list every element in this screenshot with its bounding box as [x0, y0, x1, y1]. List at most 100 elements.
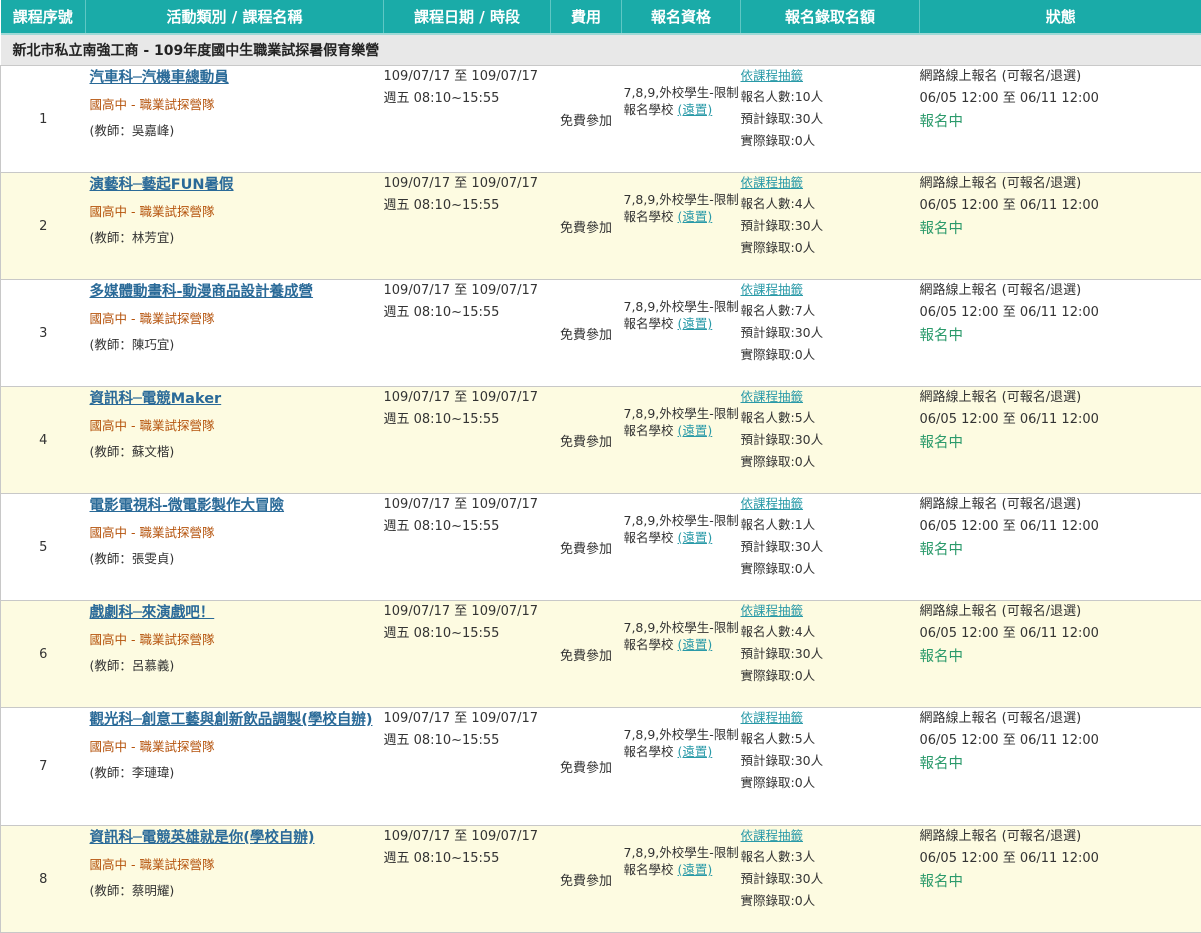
course-status-cell: 網路線上報名 (可報名/退選) 06/05 12:00 至 06/11 12:0… — [920, 387, 1201, 494]
course-fee: 免費參加 — [551, 173, 622, 280]
course-teacher: (教師：陳巧宜) — [90, 334, 384, 356]
course-fee: 免費參加 — [551, 66, 622, 173]
course-date-range: 109/07/17 至 109/07/17 — [384, 601, 551, 623]
course-date-range: 109/07/17 至 109/07/17 — [384, 826, 551, 848]
applicant-count: 報名人數:10人 — [741, 86, 920, 108]
registration-mode: 網路線上報名 (可報名/退選) — [920, 173, 1201, 195]
registration-period: 06/05 12:00 至 06/11 12:00 — [920, 730, 1201, 752]
course-teacher: (教師：呂慕義) — [90, 655, 384, 677]
actual-admission: 實際錄取:0人 — [741, 665, 920, 687]
table-row: 8 資訊科─電競英雄就是你(學校自辦) 國高中 - 職業試探營隊 (教師：蔡明耀… — [1, 826, 1201, 933]
applicant-count: 報名人數:7人 — [741, 300, 920, 322]
quota-method-link[interactable]: 依課程抽籤 — [741, 708, 920, 728]
course-quota-cell: 依課程抽籤 報名人數:1人 預計錄取:30人 實際錄取:0人 — [741, 494, 920, 601]
quota-method-link[interactable]: 依課程抽籤 — [741, 494, 920, 514]
qualification-link[interactable]: (遠置) — [678, 102, 713, 117]
table-row: 1 汽車科─汽機車總動員 國高中 - 職業試探營隊 (教師：吳嘉峰) 109/0… — [1, 66, 1201, 173]
expected-admission: 預計錄取:30人 — [741, 536, 920, 558]
course-quota-cell: 依課程抽籤 報名人數:5人 預計錄取:30人 實際錄取:0人 — [741, 708, 920, 826]
status-badge: 報名中 — [920, 752, 1201, 776]
course-name-link[interactable]: 電影電視科-微電影製作大冒險 — [90, 495, 380, 517]
qualification-link[interactable]: (遠置) — [678, 423, 713, 438]
actual-admission: 實際錄取:0人 — [741, 890, 920, 912]
course-fee: 免費參加 — [551, 601, 622, 708]
actual-admission: 實際錄取:0人 — [741, 772, 920, 794]
course-date-cell: 109/07/17 至 109/07/17 週五 08:10~15:55 — [384, 601, 551, 708]
quota-method-link[interactable]: 依課程抽籤 — [741, 173, 920, 193]
course-fee: 免費參加 — [551, 280, 622, 387]
course-status-cell: 網路線上報名 (可報名/退選) 06/05 12:00 至 06/11 12:0… — [920, 280, 1201, 387]
qualification-link[interactable]: (遠置) — [678, 637, 713, 652]
expected-admission: 預計錄取:30人 — [741, 868, 920, 890]
qualification-link[interactable]: (遠置) — [678, 862, 713, 877]
course-date-range: 109/07/17 至 109/07/17 — [384, 387, 551, 409]
course-name-cell: 資訊科─電競Maker 國高中 - 職業試探營隊 (教師：蘇文楷) — [86, 387, 384, 494]
course-date-cell: 109/07/17 至 109/07/17 週五 08:10~15:55 — [384, 708, 551, 826]
registration-period: 06/05 12:00 至 06/11 12:00 — [920, 409, 1201, 431]
course-status-cell: 網路線上報名 (可報名/退選) 06/05 12:00 至 06/11 12:0… — [920, 66, 1201, 173]
course-qualification-cell: 7,8,9,外校學生-限制報名學校 (遠置) — [622, 387, 741, 494]
course-name-link[interactable]: 多媒體動畫科-動漫商品設計養成營 — [90, 281, 380, 303]
course-name-cell: 汽車科─汽機車總動員 國高中 - 職業試探營隊 (教師：吳嘉峰) — [86, 66, 384, 173]
registration-period: 06/05 12:00 至 06/11 12:00 — [920, 516, 1201, 538]
school-title: 新北市私立南強工商 - 109年度國中生職業試探暑假育樂營 — [1, 34, 1201, 66]
status-badge: 報名中 — [920, 110, 1201, 134]
header-fee: 費用 — [551, 0, 622, 34]
course-date-cell: 109/07/17 至 109/07/17 週五 08:10~15:55 — [384, 280, 551, 387]
course-seq: 3 — [1, 280, 86, 387]
qualification-link[interactable]: (遠置) — [678, 744, 713, 759]
course-date-cell: 109/07/17 至 109/07/17 週五 08:10~15:55 — [384, 173, 551, 280]
qualification-link[interactable]: (遠置) — [678, 209, 713, 224]
quota-method-link[interactable]: 依課程抽籤 — [741, 66, 920, 86]
expected-admission: 預計錄取:30人 — [741, 322, 920, 344]
course-qualification-cell: 7,8,9,外校學生-限制報名學校 (遠置) — [622, 708, 741, 826]
course-fee: 免費參加 — [551, 826, 622, 933]
course-name-cell: 資訊科─電競英雄就是你(學校自辦) 國高中 - 職業試探營隊 (教師：蔡明耀) — [86, 826, 384, 933]
quota-method-link[interactable]: 依課程抽籤 — [741, 826, 920, 846]
quota-method-link[interactable]: 依課程抽籤 — [741, 601, 920, 621]
quota-method-link[interactable]: 依課程抽籤 — [741, 280, 920, 300]
actual-admission: 實際錄取:0人 — [741, 344, 920, 366]
course-name-link[interactable]: 汽車科─汽機車總動員 — [90, 67, 380, 89]
course-date-cell: 109/07/17 至 109/07/17 週五 08:10~15:55 — [384, 387, 551, 494]
table-row: 4 資訊科─電競Maker 國高中 - 職業試探營隊 (教師：蘇文楷) 109/… — [1, 387, 1201, 494]
course-time: 週五 08:10~15:55 — [384, 195, 551, 217]
course-category: 國高中 - 職業試探營隊 — [90, 736, 384, 758]
course-status-cell: 網路線上報名 (可報名/退選) 06/05 12:00 至 06/11 12:0… — [920, 708, 1201, 826]
course-quota-cell: 依課程抽籤 報名人數:4人 預計錄取:30人 實際錄取:0人 — [741, 173, 920, 280]
course-category: 國高中 - 職業試探營隊 — [90, 629, 384, 651]
course-name-link[interactable]: 演藝科─藝起FUN暑假 — [90, 174, 380, 196]
course-table: 課程序號 活動類別 / 課程名稱 課程日期 / 時段 費用 報名資格 報名錄取名… — [0, 0, 1201, 933]
actual-admission: 實際錄取:0人 — [741, 558, 920, 580]
expected-admission: 預計錄取:30人 — [741, 215, 920, 237]
course-quota-cell: 依課程抽籤 報名人數:7人 預計錄取:30人 實際錄取:0人 — [741, 280, 920, 387]
header-date: 課程日期 / 時段 — [384, 0, 551, 34]
course-category: 國高中 - 職業試探營隊 — [90, 308, 384, 330]
qualification-link[interactable]: (遠置) — [678, 530, 713, 545]
expected-admission: 預計錄取:30人 — [741, 750, 920, 772]
course-name-link[interactable]: 戲劇科─來演戲吧！ — [90, 602, 380, 624]
table-row: 6 戲劇科─來演戲吧！ 國高中 - 職業試探營隊 (教師：呂慕義) 109/07… — [1, 601, 1201, 708]
registration-mode: 網路線上報名 (可報名/退選) — [920, 66, 1201, 88]
header-course-name: 活動類別 / 課程名稱 — [86, 0, 384, 34]
qualification-link[interactable]: (遠置) — [678, 316, 713, 331]
status-badge: 報名中 — [920, 645, 1201, 669]
course-qualification-cell: 7,8,9,外校學生-限制報名學校 (遠置) — [622, 173, 741, 280]
course-name-link[interactable]: 觀光科─創意工藝與創新飲品調製(學校自辦) — [90, 709, 380, 731]
registration-period: 06/05 12:00 至 06/11 12:00 — [920, 302, 1201, 324]
course-fee: 免費參加 — [551, 387, 622, 494]
quota-method-link[interactable]: 依課程抽籤 — [741, 387, 920, 407]
school-title-row: 新北市私立南強工商 - 109年度國中生職業試探暑假育樂營 — [1, 34, 1201, 66]
course-name-link[interactable]: 資訊科─電競英雄就是你(學校自辦) — [90, 827, 380, 849]
applicant-count: 報名人數:5人 — [741, 407, 920, 429]
table-row: 3 多媒體動畫科-動漫商品設計養成營 國高中 - 職業試探營隊 (教師：陳巧宜)… — [1, 280, 1201, 387]
course-name-link[interactable]: 資訊科─電競Maker — [90, 388, 380, 410]
expected-admission: 預計錄取:30人 — [741, 108, 920, 130]
course-quota-cell: 依課程抽籤 報名人數:5人 預計錄取:30人 實際錄取:0人 — [741, 387, 920, 494]
registration-period: 06/05 12:00 至 06/11 12:00 — [920, 195, 1201, 217]
course-teacher: (教師：李璉瑋) — [90, 762, 384, 784]
actual-admission: 實際錄取:0人 — [741, 130, 920, 152]
table-row: 5 電影電視科-微電影製作大冒險 國高中 - 職業試探營隊 (教師：張雯貞) 1… — [1, 494, 1201, 601]
actual-admission: 實際錄取:0人 — [741, 237, 920, 259]
table-header-row: 課程序號 活動類別 / 課程名稱 課程日期 / 時段 費用 報名資格 報名錄取名… — [1, 0, 1201, 34]
